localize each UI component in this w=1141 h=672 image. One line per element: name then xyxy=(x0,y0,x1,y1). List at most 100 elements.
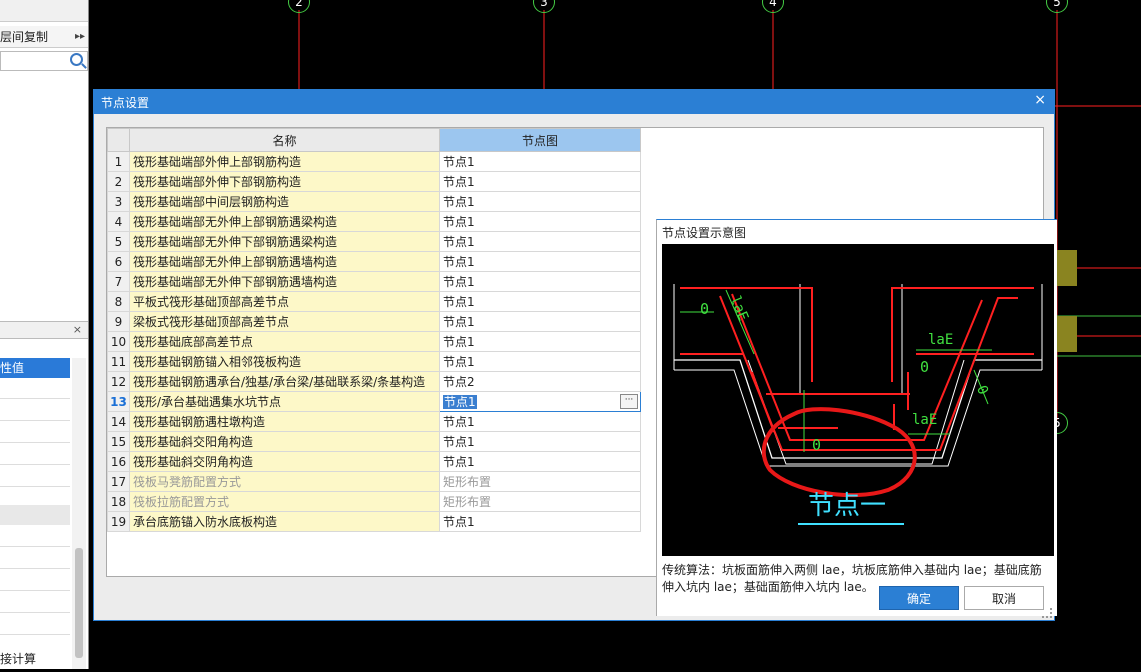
node-value-cell[interactable]: 节点1 xyxy=(439,351,641,372)
row-number[interactable]: 16 xyxy=(107,451,130,472)
node-value-cell[interactable]: 矩形布置 xyxy=(439,491,641,512)
row-number[interactable]: 3 xyxy=(107,191,130,212)
node-name-cell[interactable]: 筏形基础钢筋遇承台/独基/承台梁/基础联系梁/条基构造 xyxy=(129,371,440,392)
column-header-node[interactable]: 节点图 xyxy=(439,128,641,152)
node-name-cell[interactable]: 筏形基础端部中间层钢筋构造 xyxy=(129,191,440,212)
node-name-cell[interactable]: 承台底筋锚入防水底板构造 xyxy=(129,511,440,532)
table-row[interactable]: 11 筏形基础钢筋锚入相邻筏板构造 节点1 xyxy=(107,351,641,372)
dimension-label-zero: 0 xyxy=(812,436,821,454)
calc-item[interactable]: 接计算 xyxy=(0,650,88,668)
row-number[interactable]: 8 xyxy=(107,291,130,312)
node-value-cell[interactable]: 节点2 xyxy=(439,371,641,392)
column-block[interactable] xyxy=(1057,316,1077,352)
floor-copy-button[interactable]: 层间复制 ▸▸ xyxy=(0,26,88,48)
row-number[interactable]: 18 xyxy=(107,491,130,512)
row-number[interactable]: 4 xyxy=(107,211,130,232)
property-group-row[interactable] xyxy=(0,505,70,525)
dialog-titlebar[interactable]: 节点设置 × xyxy=(94,90,1054,114)
node-value-cell[interactable]: 节点1 xyxy=(439,251,641,272)
scrollbar-thumb[interactable] xyxy=(75,548,83,658)
row-number[interactable]: 11 xyxy=(107,351,130,372)
node-name-cell[interactable]: 筏形/承台基础遇集水坑节点 xyxy=(129,391,440,412)
table-row[interactable]: 2 筏形基础端部外伸下部钢筋构造 节点1 xyxy=(107,171,641,192)
node-value-cell[interactable]: 节点1 xyxy=(439,451,641,472)
node-value-cell[interactable]: 节点1 xyxy=(439,191,641,212)
table-row[interactable]: 1 筏形基础端部外伸上部钢筋构造 节点1 xyxy=(107,151,641,172)
row-number[interactable]: 13 xyxy=(107,391,130,412)
node-name-cell[interactable]: 筏形基础底部高差节点 xyxy=(129,331,440,352)
node-name-cell[interactable]: 梁板式筏形基础顶部高差节点 xyxy=(129,311,440,332)
grid-line xyxy=(0,568,70,569)
node-name-cell[interactable]: 筏形基础斜交阳角构造 xyxy=(129,431,440,452)
node-name-cell[interactable]: 筏形基础端部无外伸上部钢筋遇梁构造 xyxy=(129,211,440,232)
node-name-cell[interactable]: 筏形基础端部无外伸下部钢筋遇梁构造 xyxy=(129,231,440,252)
table-row[interactable]: 4 筏形基础端部无外伸上部钢筋遇梁构造 节点1 xyxy=(107,211,641,232)
row-number[interactable]: 6 xyxy=(107,251,130,272)
node-value-cell[interactable]: 节点1 ··· xyxy=(439,391,641,412)
cancel-button[interactable]: 取消 xyxy=(964,586,1044,610)
node-name-cell[interactable]: 平板式筏形基础顶部高差节点 xyxy=(129,291,440,312)
table-row[interactable]: 9 梁板式筏形基础顶部高差节点 节点1 xyxy=(107,311,641,332)
table-row[interactable]: 17 筏板马凳筋配置方式 矩形布置 xyxy=(107,471,641,492)
row-number[interactable]: 9 xyxy=(107,311,130,332)
property-value-header[interactable]: 性值 xyxy=(0,358,70,378)
resize-grip-icon[interactable] xyxy=(1042,608,1052,618)
table-row[interactable]: 7 筏形基础端部无外伸下部钢筋遇墙构造 节点1 xyxy=(107,271,641,292)
table-row[interactable]: 5 筏形基础端部无外伸下部钢筋遇梁构造 节点1 xyxy=(107,231,641,252)
node-name-cell[interactable]: 筏形基础钢筋遇柱墩构造 xyxy=(129,411,440,432)
table-row[interactable]: 6 筏形基础端部无外伸上部钢筋遇墙构造 节点1 xyxy=(107,251,641,272)
column-header-name[interactable]: 名称 xyxy=(129,128,440,152)
grid-line xyxy=(0,442,70,443)
node-value-cell[interactable]: 节点1 xyxy=(439,411,641,432)
left-panel-scrollbar[interactable] xyxy=(72,358,86,669)
table-row[interactable]: 13 筏形/承台基础遇集水坑节点 节点1 ··· xyxy=(107,391,641,412)
node-value-cell[interactable]: 节点1 xyxy=(439,171,641,192)
row-number[interactable]: 17 xyxy=(107,471,130,492)
row-number[interactable]: 14 xyxy=(107,411,130,432)
row-number[interactable]: 10 xyxy=(107,331,130,352)
node-value-cell[interactable]: 节点1 xyxy=(439,231,641,252)
table-row[interactable]: 19 承台底筋锚入防水底板构造 节点1 xyxy=(107,511,641,532)
search-icon[interactable] xyxy=(70,53,83,66)
row-number[interactable]: 7 xyxy=(107,271,130,292)
ellipsis-button[interactable]: ··· xyxy=(620,394,638,409)
table-row[interactable]: 15 筏形基础斜交阳角构造 节点1 xyxy=(107,431,641,452)
column-block[interactable] xyxy=(1057,250,1077,286)
node-name-cell[interactable]: 筏板马凳筋配置方式 xyxy=(129,471,440,492)
close-icon[interactable]: × xyxy=(1034,92,1046,108)
more-icon[interactable]: ▸▸ xyxy=(75,26,85,48)
node-name-cell[interactable]: 筏形基础端部无外伸下部钢筋遇墙构造 xyxy=(129,271,440,292)
node-value-cell[interactable]: 节点1 xyxy=(439,331,641,352)
ok-button[interactable]: 确定 xyxy=(879,586,959,610)
node-name-cell[interactable]: 筏形基础端部外伸上部钢筋构造 xyxy=(129,151,440,172)
node-name-cell[interactable]: 筏形基础端部无外伸上部钢筋遇墙构造 xyxy=(129,251,440,272)
node-name-cell[interactable]: 筏板拉筋配置方式 xyxy=(129,491,440,512)
table-row[interactable]: 8 平板式筏形基础顶部高差节点 节点1 xyxy=(107,291,641,312)
node-value-cell[interactable]: 节点1 xyxy=(439,291,641,312)
table-row[interactable]: 14 筏形基础钢筋遇柱墩构造 节点1 xyxy=(107,411,641,432)
row-number[interactable]: 1 xyxy=(107,151,130,172)
node-value-cell[interactable]: 节点1 xyxy=(439,271,641,292)
close-icon[interactable]: × xyxy=(73,323,82,336)
row-number[interactable]: 5 xyxy=(107,231,130,252)
node-value-cell[interactable]: 节点1 xyxy=(439,151,641,172)
node-value-cell[interactable]: 节点1 xyxy=(439,211,641,232)
node-name-cell[interactable]: 筏形基础端部外伸下部钢筋构造 xyxy=(129,171,440,192)
node-value-cell[interactable]: 节点1 xyxy=(439,311,641,332)
table-row[interactable]: 18 筏板拉筋配置方式 矩形布置 xyxy=(107,491,641,512)
table-row[interactable]: 16 筏形基础斜交阴角构造 节点1 xyxy=(107,451,641,472)
table-row[interactable]: 3 筏形基础端部中间层钢筋构造 节点1 xyxy=(107,191,641,212)
table-row[interactable]: 10 筏形基础底部高差节点 节点1 xyxy=(107,331,641,352)
node-name-cell[interactable]: 筏形基础斜交阴角构造 xyxy=(129,451,440,472)
search-input[interactable] xyxy=(0,51,88,71)
node-value-cell[interactable]: 矩形布置 xyxy=(439,471,641,492)
node-value-editor[interactable]: 节点1 xyxy=(443,395,477,409)
table-row[interactable]: 12 筏形基础钢筋遇承台/独基/承台梁/基础联系梁/条基构造 节点2 xyxy=(107,371,641,392)
node-value-cell[interactable]: 节点1 xyxy=(439,511,641,532)
row-number[interactable]: 19 xyxy=(107,511,130,532)
node-value-cell[interactable]: 节点1 xyxy=(439,431,641,452)
row-number[interactable]: 2 xyxy=(107,171,130,192)
node-name-cell[interactable]: 筏形基础钢筋锚入相邻筏板构造 xyxy=(129,351,440,372)
row-number[interactable]: 15 xyxy=(107,431,130,452)
row-number[interactable]: 12 xyxy=(107,371,130,392)
